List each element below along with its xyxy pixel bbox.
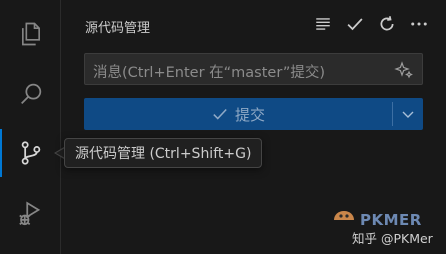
explorer-icon[interactable] [0, 8, 61, 60]
run-debug-icon[interactable] [0, 187, 61, 239]
pkmer-logo-icon [334, 211, 354, 220]
watermark: PKMER 知乎 @PKMer [330, 208, 438, 248]
more-icon[interactable] [408, 13, 430, 35]
commit-message-placeholder: 消息(Ctrl+Enter 在“master”提交) [93, 65, 326, 81]
commit-button-main[interactable]: 提交 [84, 104, 392, 125]
list-icon[interactable] [312, 13, 334, 35]
source-control-icon[interactable] [0, 127, 61, 179]
chevron-down-icon[interactable] [393, 106, 423, 122]
refresh-icon[interactable] [376, 13, 398, 35]
commit-check-icon [213, 108, 227, 120]
tooltip: 源代码管理 (Ctrl+Shift+G) [64, 138, 263, 168]
watermark-brand: PKMER [360, 211, 422, 229]
search-icon[interactable] [0, 68, 61, 120]
check-icon[interactable] [344, 13, 366, 35]
panel-toolbar [312, 13, 430, 35]
commit-button-label: 提交 [234, 105, 265, 124]
commit-message-input[interactable]: 消息(Ctrl+Enter 在“master”提交) [84, 53, 423, 85]
sparkle-icon[interactable] [394, 60, 414, 84]
panel-title: 源代码管理 [85, 21, 151, 36]
commit-button[interactable]: 提交 [84, 98, 423, 130]
activity-bar [0, 0, 61, 254]
tooltip-text: 源代码管理 (Ctrl+Shift+G) [75, 146, 252, 162]
watermark-text: 知乎 @PKMer [352, 231, 433, 246]
